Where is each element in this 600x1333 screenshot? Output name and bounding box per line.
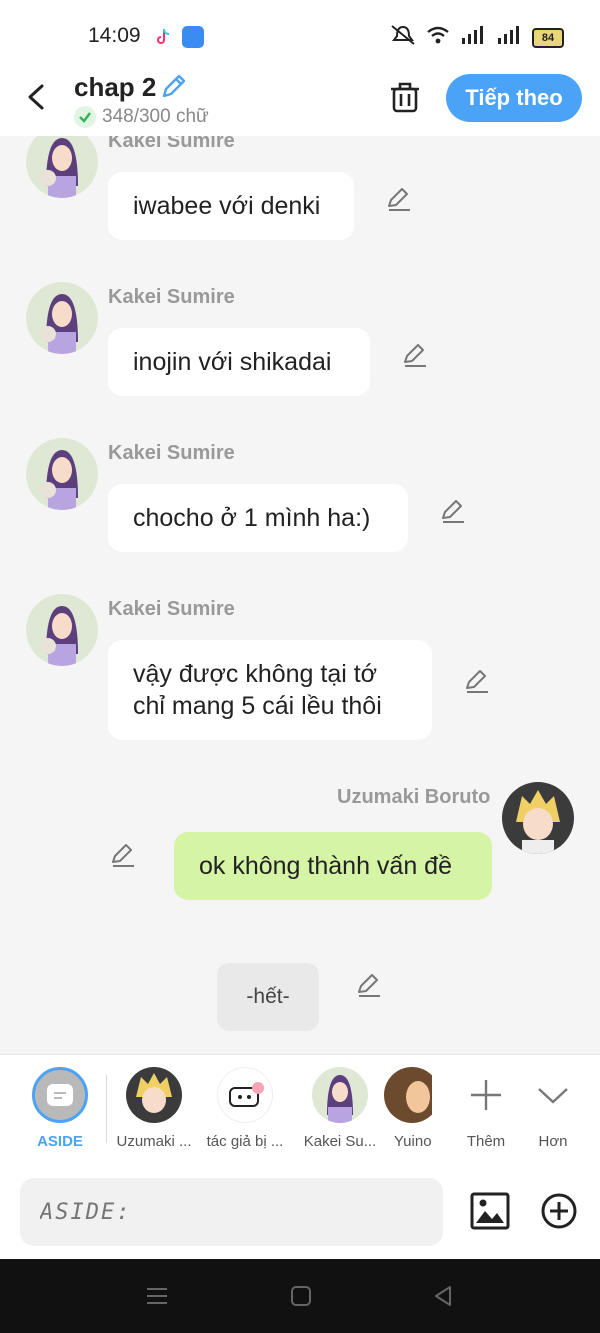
more-label: Hơn [538, 1133, 568, 1150]
character-label: tác giả bị ... [206, 1133, 284, 1150]
aside-text: -hết- [246, 985, 290, 1008]
back-arrow-icon[interactable] [22, 82, 52, 112]
message-text-line: vậy được không tại tớ [133, 660, 378, 688]
status-time: 14:09 [88, 24, 141, 47]
editor-header: chap 2 348/300 chữ Tiếp theo [0, 70, 600, 136]
novel-app-icon [182, 26, 204, 48]
mute-icon [390, 24, 416, 51]
message-text-line: chỉ mang 5 cái lều thôi [133, 692, 382, 720]
edit-message-icon[interactable] [402, 342, 428, 368]
signal-icon-2 [496, 24, 522, 51]
sumire-avatar[interactable] [26, 438, 98, 510]
back-nav-icon[interactable] [432, 1285, 454, 1312]
sender-name: Kakei Sumire [108, 442, 235, 464]
aside-avatar [32, 1067, 88, 1123]
tiktok-icon [152, 26, 174, 48]
character-avatar [384, 1067, 432, 1123]
message-bubble[interactable]: chocho ở 1 mình ha:) [108, 484, 408, 552]
character-avatar [217, 1067, 273, 1123]
menu-icon[interactable] [146, 1285, 168, 1312]
input-bar [0, 1164, 600, 1259]
sumire-avatar[interactable] [26, 136, 98, 198]
message-bubble[interactable]: vậy được không tại tớ chỉ mang 5 cái lều… [108, 640, 432, 740]
wifi-icon [426, 24, 450, 51]
message-text: ok không thành vấn đề [199, 852, 452, 880]
character-item[interactable]: Yuino [384, 1067, 432, 1150]
system-nav-bar [0, 1259, 600, 1333]
message-text: inojin với shikadai [133, 348, 332, 376]
edit-message-icon[interactable] [356, 972, 382, 998]
character-item[interactable]: Kakei Su... [298, 1067, 382, 1150]
word-count: 348/300 chữ [74, 106, 209, 128]
status-icons: 84 [390, 24, 564, 51]
character-label: Yuino [394, 1133, 432, 1150]
more-button[interactable]: Hơn [511, 1067, 595, 1150]
message-text: chocho ở 1 mình ha:) [133, 504, 371, 532]
sender-name: Uzumaki Boruto [337, 786, 491, 808]
sender-name: Kakei Sumire [108, 136, 235, 152]
character-label: Kakei Su... [303, 1133, 377, 1150]
chat-bubble-icon [47, 1084, 73, 1106]
battery-indicator: 84 [532, 27, 564, 48]
edit-message-icon[interactable] [464, 668, 490, 694]
divider [106, 1075, 107, 1143]
image-icon[interactable] [470, 1192, 510, 1235]
character-bar: ASIDE Uzumaki ... tác giả bị ... Kakei S… [0, 1054, 600, 1165]
sumire-avatar[interactable] [26, 282, 98, 354]
status-bar: 14:09 84 [0, 0, 600, 70]
home-icon[interactable] [290, 1285, 312, 1312]
add-circle-icon[interactable] [540, 1192, 578, 1235]
signal-icon [460, 24, 486, 51]
character-avatar [312, 1067, 368, 1123]
word-count-text: 348/300 chữ [102, 106, 209, 127]
message-bubble[interactable]: ok không thành vấn đề [174, 832, 492, 900]
chat-area: Kakei Sumire iwabee với denki Kakei Sumi… [0, 136, 600, 1054]
message-bubble[interactable]: inojin với shikadai [108, 328, 370, 396]
chapter-title[interactable]: chap 2 [74, 72, 156, 103]
character-label: Uzumaki ... [116, 1133, 192, 1150]
message-text: iwabee với denki [133, 192, 321, 220]
check-icon [74, 106, 96, 128]
edit-message-icon[interactable] [440, 498, 466, 524]
edit-message-icon[interactable] [110, 842, 136, 868]
sender-name: Kakei Sumire [108, 598, 235, 620]
chevron-down-icon [511, 1067, 595, 1123]
aside-label: ASIDE [37, 1133, 83, 1150]
character-item[interactable]: Uzumaki ... [112, 1067, 196, 1150]
boruto-avatar[interactable] [502, 782, 574, 854]
character-avatar [126, 1067, 182, 1123]
edit-title-icon[interactable] [158, 72, 188, 107]
sumire-avatar[interactable] [26, 594, 98, 666]
next-button[interactable]: Tiếp theo [446, 74, 582, 122]
message-input[interactable] [20, 1178, 443, 1246]
edit-message-icon[interactable] [386, 186, 412, 212]
aside-character[interactable]: ASIDE [18, 1067, 102, 1150]
aside-bubble[interactable]: -hết- [217, 963, 319, 1031]
character-item[interactable]: tác giả bị ... [203, 1067, 287, 1150]
sender-name: Kakei Sumire [108, 286, 235, 308]
message-bubble[interactable]: iwabee với denki [108, 172, 354, 240]
trash-icon[interactable] [386, 78, 424, 121]
